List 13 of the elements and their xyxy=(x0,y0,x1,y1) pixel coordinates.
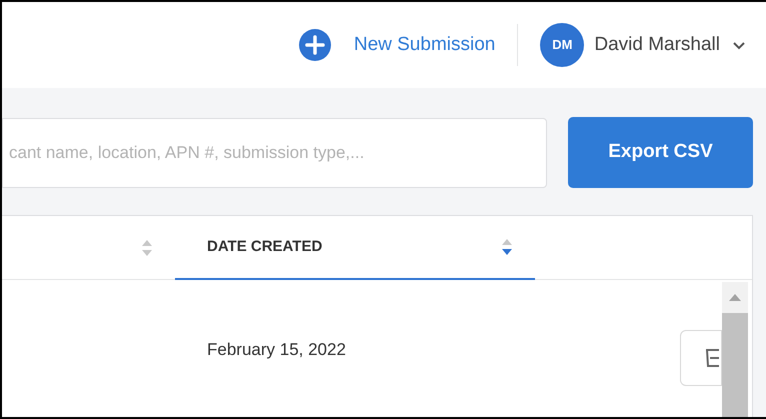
archive-button[interactable] xyxy=(680,330,722,386)
table-cell-text: February 15, 2022 xyxy=(207,339,346,362)
user-menu[interactable]: DM David Marshall xyxy=(540,23,746,67)
scrollbar[interactable] xyxy=(722,282,748,417)
column-header[interactable]: DATE CREATED xyxy=(175,216,535,280)
export-csv-button[interactable]: Export CSV xyxy=(568,117,753,188)
chevron-down-icon xyxy=(732,40,746,50)
user-avatar: DM xyxy=(540,23,584,67)
new-submission-button[interactable]: New Submission xyxy=(298,28,496,62)
scrollbar-thumb[interactable] xyxy=(722,313,748,417)
search-field[interactable]: cant name, location, APN #, submission type,... xyxy=(2,118,547,188)
scroll-up-icon xyxy=(729,294,741,301)
plus-icon xyxy=(298,28,332,62)
